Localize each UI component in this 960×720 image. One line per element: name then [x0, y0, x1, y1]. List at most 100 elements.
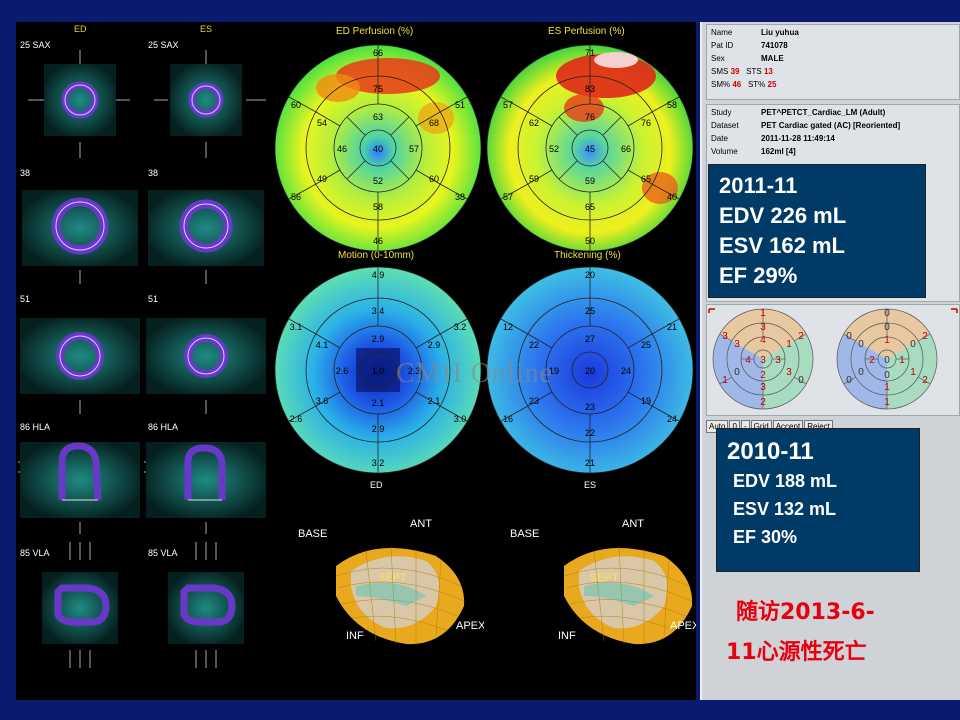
es-perf-val: 65: [641, 174, 651, 184]
info-panel: Name Liu yuhua Pat ID 741078 Sex MALE SMS 3…: [700, 22, 960, 700]
motion-val: 3.1: [290, 322, 303, 332]
volume-key: Volume: [711, 147, 738, 156]
followup-line-2: 11心源性死亡: [726, 640, 867, 665]
ed-perf-val: 75: [373, 84, 383, 94]
thick-val: 22: [529, 340, 539, 350]
segment-score: 1: [910, 367, 916, 378]
thick-val: 21: [667, 322, 677, 332]
es-perf-val: 76: [585, 112, 595, 122]
segment-score: 1: [884, 397, 890, 408]
segment-score: 0: [910, 339, 916, 350]
segment-score: 3: [775, 355, 781, 366]
box2010-date: 2010-11: [727, 438, 814, 465]
es-perf-val: 59: [529, 174, 539, 184]
thick-val: 20: [585, 270, 595, 280]
ed-perf-val: 49: [317, 174, 327, 184]
ed-perf-val: 51: [455, 100, 465, 110]
es-perf-val: 62: [529, 118, 539, 128]
label-sept-2: SEPT: [590, 572, 619, 584]
name-value: Liu yuhua: [761, 28, 799, 37]
motion-val: 2.1: [372, 398, 385, 408]
ed-perf-val: 60: [291, 100, 301, 110]
ed-perf-val: 68: [429, 118, 439, 128]
label-apex-2: APEX: [670, 620, 696, 632]
box2011-ef: EF 29%: [719, 263, 798, 288]
thick-val: 22: [585, 428, 595, 438]
score-polar-diagrams[interactable]: 13433 124 3 310 30232 00100 022 0 100 12011: [707, 305, 959, 413]
motion-val: 3.2: [372, 458, 385, 468]
box2011-esv: ESV 162 mL: [719, 233, 845, 258]
segment-score: 1: [722, 375, 728, 386]
segment-score: 1: [899, 355, 905, 366]
es-perf-val: 83: [585, 84, 595, 94]
ed-perf-val: 46: [373, 236, 383, 246]
box2010-ef: EF 30%: [733, 527, 798, 547]
box2011-date: 2011-11: [719, 173, 798, 198]
segment-score: 3: [722, 331, 728, 342]
segment-score: 2: [760, 370, 766, 381]
ed-perf-val: 54: [317, 118, 327, 128]
motion-val: 3.6: [316, 396, 329, 406]
thick-val: 16: [503, 414, 513, 424]
motion-val: 3.0: [454, 414, 467, 424]
motion-val: 4.9: [372, 270, 385, 280]
motion-val: 1.0: [372, 366, 385, 376]
thick-val: 20: [585, 366, 595, 376]
segment-score: 0: [734, 367, 740, 378]
ed-map-label: ED: [370, 480, 383, 490]
segment-score: 4: [745, 355, 751, 366]
polar-maps[interactable]: 66 75 63 60 54 68 51 46 40 57 49 52 60 5…: [266, 36, 696, 476]
date-key: Date: [711, 134, 728, 143]
patient-info: Name Liu yuhua Pat ID 741078 Sex MALE SMS 3…: [706, 24, 960, 100]
thick-val: 27: [585, 334, 595, 344]
patid-key: Pat ID: [711, 41, 734, 50]
motion-val: 4.1: [316, 340, 329, 350]
segment-score: 1: [786, 339, 792, 350]
motion-val: 2.6: [336, 366, 349, 376]
segment-score: 3: [734, 339, 740, 350]
ed-perf-val: 46: [337, 144, 347, 154]
es-perf-val: 50: [585, 236, 595, 246]
thick-val: 23: [585, 402, 595, 412]
dataset-key: Dataset: [711, 121, 739, 130]
sex-key: Sex: [711, 54, 725, 63]
thick-val: 12: [503, 322, 513, 332]
study-value: PET^PETCT_Cardiac_LM (Adult): [761, 108, 886, 117]
segment-score: 0: [858, 339, 864, 350]
segment-score: 2: [760, 397, 766, 408]
es-perf-val: 52: [549, 144, 559, 154]
segment-score: 0: [884, 308, 890, 319]
ed-perf-val: 56: [291, 192, 301, 202]
dataset-value: PET Cardiac gated (AC) [Reoriented]: [761, 121, 901, 130]
segment-score: 0: [846, 331, 852, 342]
ed-perf-val: 40: [373, 144, 383, 154]
box2010-edv: EDV 188 mL: [733, 471, 838, 491]
motion-val: 2.9: [372, 334, 385, 344]
motion-val: 2.9: [428, 340, 441, 350]
slice-images[interactable]: [16, 22, 274, 700]
sts-value: 13: [763, 67, 773, 76]
ed-perf-val: 58: [373, 202, 383, 212]
segment-score: 0: [884, 355, 890, 366]
result-box-2010: 2010-11 EDV 188 mL ESV 132 mL EF 30%: [716, 428, 920, 572]
volume-value: 162ml [4]: [761, 147, 796, 156]
3d-heart-models[interactable]: [296, 516, 696, 666]
ed-perf-val: 57: [409, 144, 419, 154]
smp-value: 46: [732, 80, 742, 89]
segment-score: 0: [858, 367, 864, 378]
label-inf-1: INF: [346, 630, 364, 642]
es-perf-val: 65: [585, 202, 595, 212]
label-base-2: BASE: [510, 528, 540, 540]
segment-score: 2: [922, 375, 928, 386]
es-perf-val: 71: [585, 48, 595, 58]
motion-val: 2.6: [290, 414, 303, 424]
score-maps: 13433124331030232 00100022010012011: [706, 304, 960, 416]
segment-score: 3: [786, 367, 792, 378]
es-perf-val: 57: [503, 100, 513, 110]
image-viewer[interactable]: ED ES 25 SAX 25 SAX 38 38 51 51 86 HLA 8…: [16, 22, 696, 700]
segment-score: 0: [884, 322, 890, 333]
thick-val: 25: [641, 340, 651, 350]
ed-perf-val: 63: [373, 112, 383, 122]
date-value: 2011-11-28 11:49:14: [761, 134, 835, 143]
es-perf-val: 58: [667, 100, 677, 110]
